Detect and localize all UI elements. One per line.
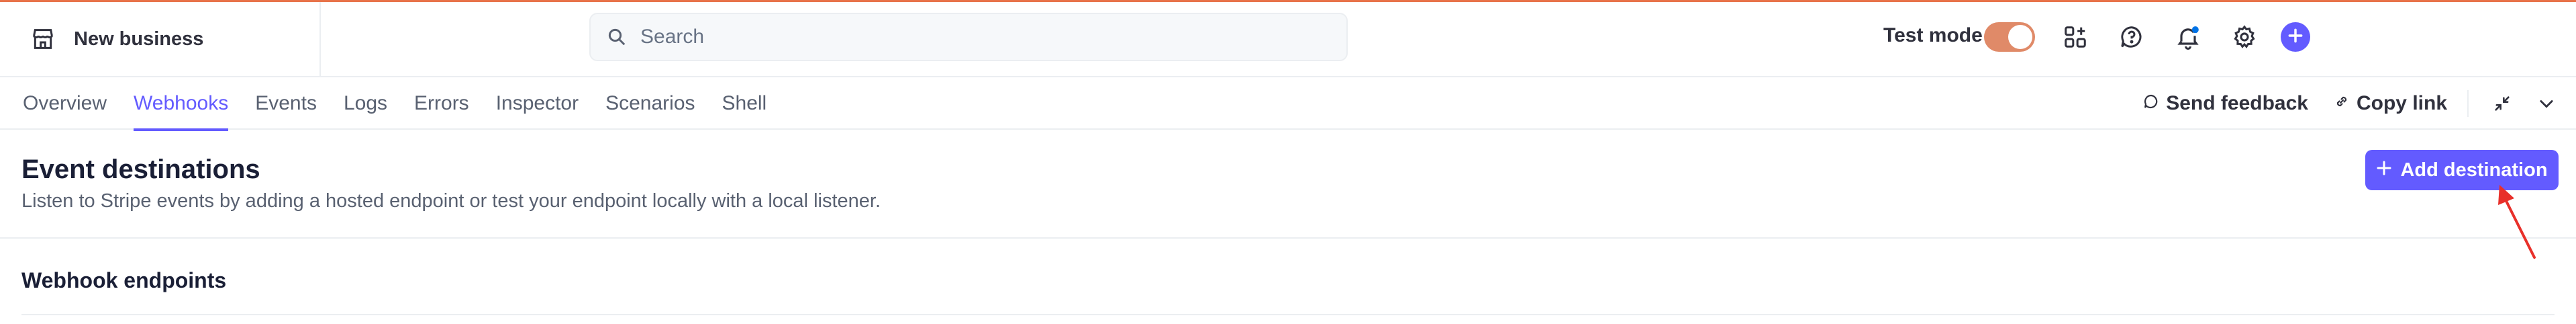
event-destinations-header: Event destinations Listen to Stripe even… — [0, 130, 2576, 239]
plus-icon — [2287, 27, 2304, 48]
page-subtitle: Listen to Stripe events by adding a host… — [21, 190, 881, 212]
divider — [2467, 90, 2469, 117]
tab-errors[interactable]: Errors — [414, 77, 469, 130]
tab-shell[interactable]: Shell — [722, 77, 767, 130]
search-input[interactable] — [640, 26, 1244, 48]
search-icon — [607, 27, 627, 47]
tab-list: Overview Webhooks Events Logs Errors Ins… — [23, 77, 767, 131]
section-divider — [21, 314, 2555, 315]
workbench-window: New business Test mode — [0, 0, 2576, 324]
help-icon[interactable] — [2117, 22, 2146, 52]
apps-plus-icon[interactable] — [2061, 22, 2090, 52]
annotation-arrow — [2498, 185, 2536, 259]
link-icon — [2334, 92, 2350, 115]
tab-overview[interactable]: Overview — [23, 77, 107, 130]
add-destination-label: Add destination — [2400, 159, 2548, 181]
workbench-tabs-bar: Overview Webhooks Events Logs Errors Ins… — [0, 76, 2576, 131]
create-new-button[interactable] — [2281, 22, 2310, 52]
copy-link-button[interactable]: Copy link — [2334, 92, 2447, 115]
toggle-knob — [2008, 25, 2032, 49]
copy-link-label: Copy link — [2356, 92, 2447, 114]
gear-icon[interactable] — [2230, 22, 2259, 52]
account-name: New business — [74, 28, 204, 50]
tab-inspector[interactable]: Inspector — [496, 77, 579, 130]
speech-bubble-icon — [2143, 92, 2159, 115]
tab-events[interactable]: Events — [255, 77, 317, 130]
tab-webhooks[interactable]: Webhooks — [134, 77, 229, 131]
store-icon — [30, 26, 56, 52]
top-bar: New business Test mode — [0, 2, 2576, 76]
chevron-down-icon[interactable] — [2533, 90, 2560, 117]
minimize-icon[interactable] — [2489, 90, 2516, 117]
page-title: Event destinations — [21, 155, 260, 184]
notification-bell-icon[interactable] — [2173, 22, 2203, 52]
test-mode-toggle[interactable] — [1984, 22, 2035, 52]
search-bar[interactable] — [589, 13, 1348, 61]
send-feedback-label: Send feedback — [2166, 92, 2308, 114]
section-title-webhook-endpoints: Webhook endpoints — [21, 268, 227, 292]
send-feedback-button[interactable]: Send feedback — [2143, 92, 2308, 115]
tab-actions: Send feedback Copy link — [2143, 77, 2560, 130]
test-mode-label: Test mode — [1883, 24, 1983, 46]
tab-scenarios[interactable]: Scenarios — [605, 77, 695, 130]
plus-icon — [2376, 159, 2392, 181]
account-switcher[interactable]: New business — [0, 2, 321, 76]
tab-logs[interactable]: Logs — [344, 77, 387, 130]
